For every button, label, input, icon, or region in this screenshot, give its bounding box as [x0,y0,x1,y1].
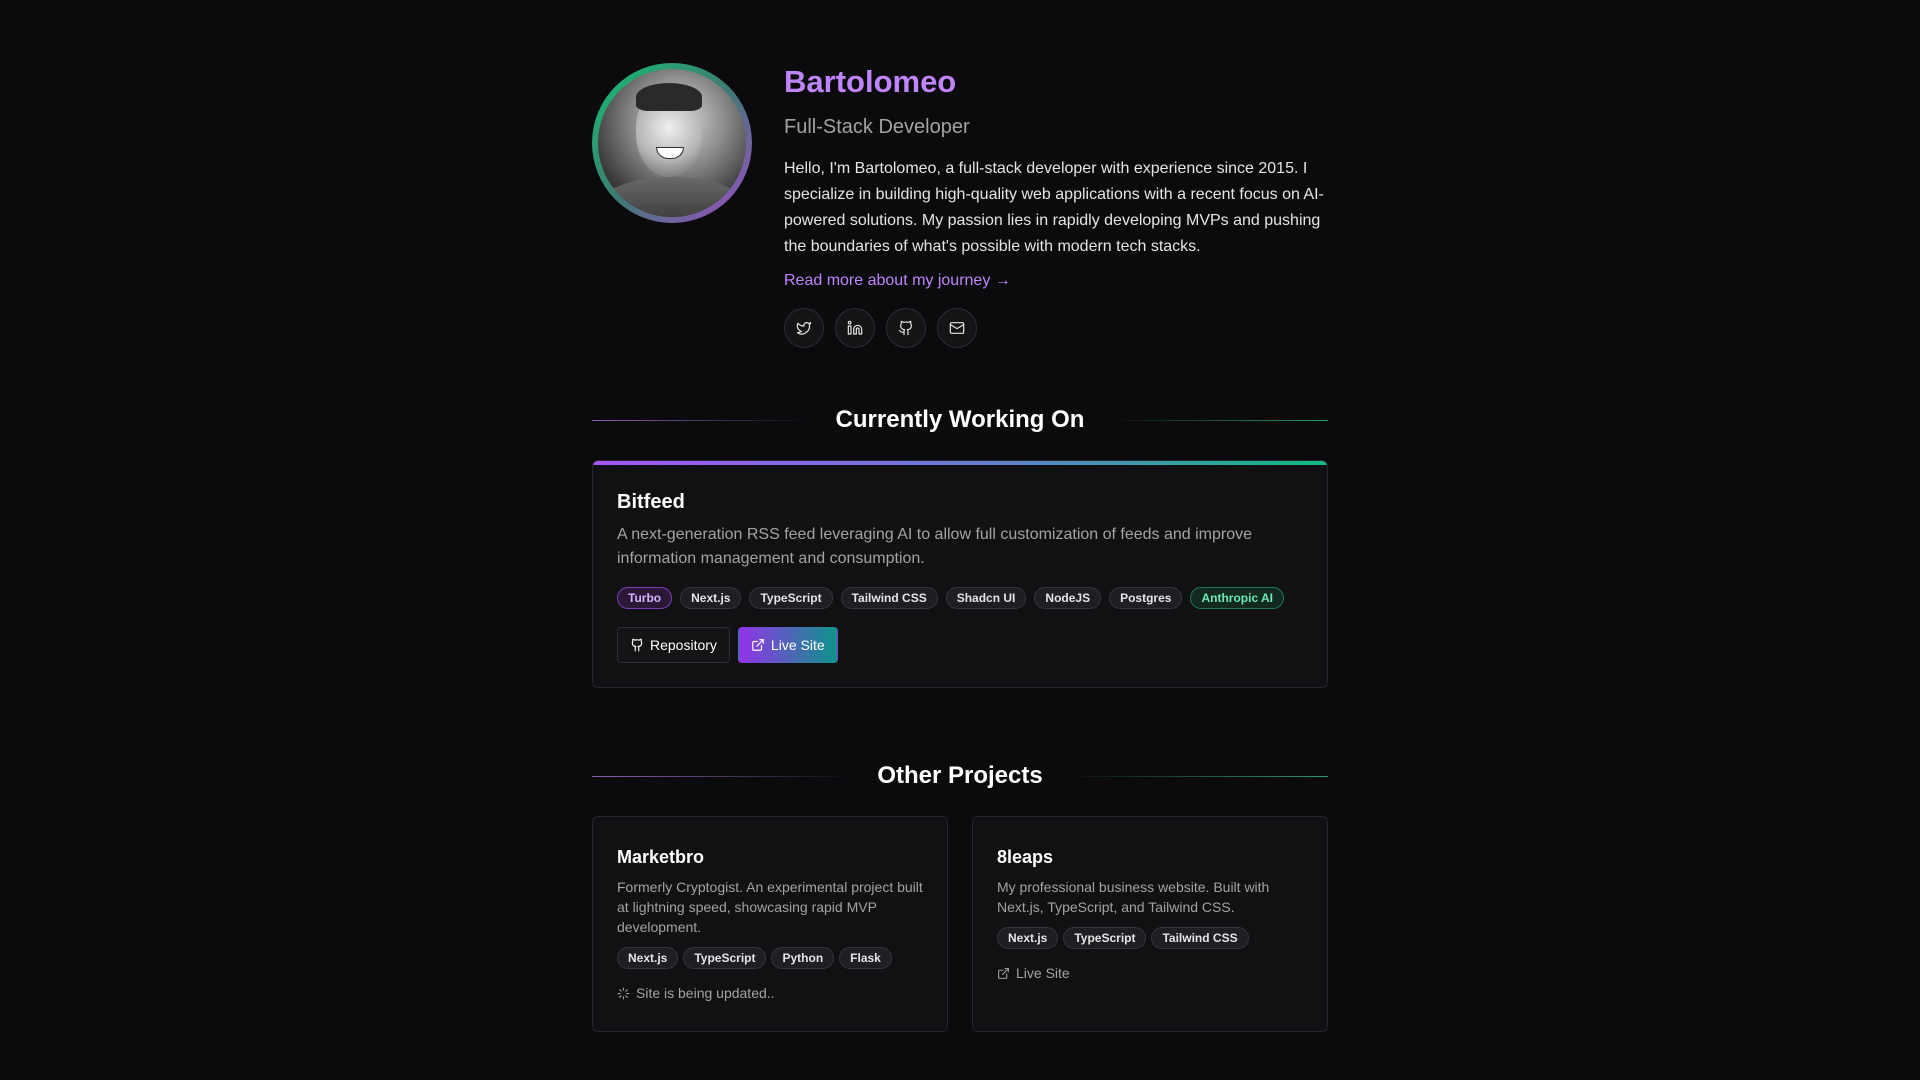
tag: Flask [839,947,892,969]
tag: Turbo [617,587,673,609]
live-site-button-label: Live Site [770,637,825,653]
twitter-button[interactable] [784,308,824,348]
section-title-other: Other Projects [877,762,1043,789]
divider-left [592,775,856,777]
linkedin-button[interactable] [835,308,875,348]
project-description: Formerly Cryptogist. An experimental pro… [617,879,923,935]
tag: TypeScript [683,947,767,969]
tag: TypeScript [1063,927,1147,949]
tag: Postgres [1109,587,1183,609]
project-description: My professional business website. Built … [997,879,1270,915]
linkedin-icon [847,320,863,335]
tag: Next.js [997,927,1059,949]
featured-project-actions: Repository Live Site [617,627,1303,663]
profile-role: Full-Stack Developer [784,116,970,138]
currently-working-heading: Currently Working On [592,390,1328,450]
github-icon [898,320,912,336]
divider-right [1106,419,1328,421]
divider-left [592,419,814,421]
avatar-photo [598,69,746,217]
email-button[interactable] [937,308,977,348]
featured-project-description: A next-generation RSS feed leveraging AI… [617,526,1253,567]
external-link-icon [752,639,764,651]
profile-info: Bartolomeo Full-Stack Developer Hello, I… [784,60,1328,348]
tag: Next.js [617,947,679,969]
loader-icon [617,987,630,999]
tag: NodeJS [1034,587,1102,609]
project-tags: Next.js TypeScript Python Flask [617,947,923,969]
avatar [592,63,752,223]
mail-icon [949,322,965,334]
featured-project-title: Bitfeed [617,491,685,513]
live-site-button[interactable]: Live Site [737,627,838,663]
project-card-8leaps: 8leaps My professional business website.… [972,816,1328,1032]
divider-right [1064,775,1329,777]
project-title: 8leaps [997,847,1054,867]
tag: Anthropic AI [1190,587,1285,609]
tag: Tailwind CSS [1151,927,1249,949]
featured-project-tags: Turbo Next.js TypeScript Tailwind CSS Sh… [617,587,1303,609]
page-container: Bartolomeo Full-Stack Developer Hello, I… [592,0,1329,1032]
section-title-current: Currently Working On [835,406,1085,433]
other-projects-heading: Other Projects [592,746,1329,806]
external-link-icon [998,967,1009,979]
profile-name: Bartolomeo [784,64,957,99]
gradient-bar [593,461,1327,465]
tag: Python [771,947,835,969]
project-title: Marketbro [617,847,705,867]
projects-grid: Marketbro Formerly Cryptogist. An experi… [592,816,1328,1032]
tag: Next.js [680,587,742,609]
read-more-link[interactable]: Read more about my journey → [784,272,1011,290]
tag: Shadcn UI [945,587,1027,609]
project-tags: Next.js TypeScript Tailwind CSS [997,927,1303,949]
github-icon [631,638,643,652]
project-card-marketbro: Marketbro Formerly Cryptogist. An experi… [592,816,948,1032]
twitter-icon [796,322,812,335]
live-site-link-label: Live Site [1016,965,1070,981]
featured-project-card: Bitfeed A next-generation RSS feed lever… [592,460,1328,688]
profile-section: Bartolomeo Full-Stack Developer Hello, I… [592,0,1328,360]
profile-bio: Hello, I'm Bartolomeo, a full-stack deve… [784,160,1324,255]
tag: Tailwind CSS [840,587,938,609]
repository-button-label: Repository [650,637,717,653]
project-status: Site is being updated.. [617,985,923,1001]
github-button[interactable] [886,308,926,348]
project-status-text: Site is being updated.. [636,985,775,1001]
social-links [784,308,1328,348]
live-site-link[interactable]: Live Site [997,965,1303,981]
repository-button[interactable]: Repository [617,627,730,663]
tag: TypeScript [749,587,833,609]
